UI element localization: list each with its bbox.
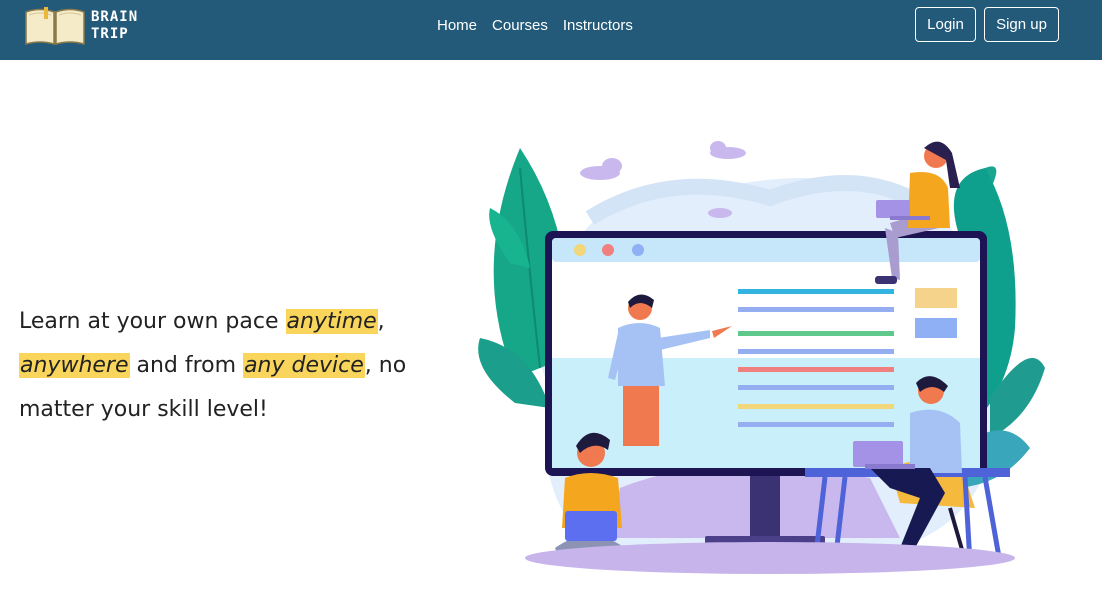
highlight-anytime: anytime [285, 309, 378, 334]
hero-text: Learn at your own pace anytime, anywhere … [19, 300, 419, 432]
nav-courses-link[interactable]: Courses [492, 16, 548, 36]
nav-home-link[interactable]: Home [437, 16, 477, 36]
navbar: BRAIN TRIP Home Courses Instructors Logi… [0, 0, 1102, 60]
open-book-icon [25, 7, 85, 45]
screen-block-blue [915, 318, 957, 338]
screen-block-yellow [915, 288, 957, 308]
brand-line-1: BRAIN [91, 9, 139, 25]
brand-name: BRAIN TRIP [91, 9, 138, 43]
floor-shadow [525, 542, 1015, 574]
brand-logo[interactable]: BRAIN TRIP [24, 4, 138, 48]
brand-line-2: TRIP [91, 26, 129, 42]
monitor-stand [750, 473, 780, 543]
highlight-anywhere: anywhere [19, 353, 130, 378]
nav-instructors-link[interactable]: Instructors [563, 16, 633, 36]
nav-links: Home Courses Instructors [437, 16, 648, 36]
signup-button[interactable]: Sign up [984, 7, 1059, 42]
highlight-any-device: any device [243, 353, 365, 378]
window-dot-yellow [574, 244, 586, 256]
online-learning-illustration [478, 141, 1045, 574]
hero-text-part-2: , [377, 309, 385, 334]
window-dot-red [602, 244, 614, 256]
hero-text-part-1: Learn at your own pace [19, 309, 286, 334]
hero-text-part-3: and from [129, 353, 244, 378]
login-button[interactable]: Login [915, 7, 976, 42]
window-dot-blue [632, 244, 644, 256]
